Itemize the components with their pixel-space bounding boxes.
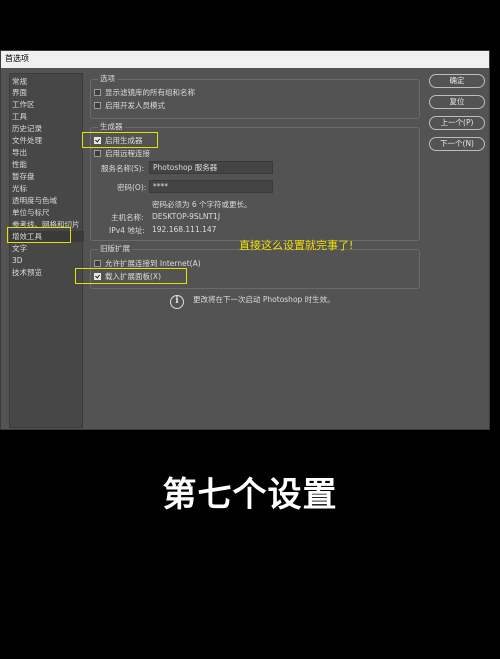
legacy-extensions-legend: 旧版扩展 xyxy=(98,243,132,254)
password-hint: 密码必须为 6 个字符或更长。 xyxy=(152,200,252,209)
prev-button[interactable]: 上一个(P) xyxy=(429,116,485,130)
ipv4-value: 192.168.111.147 xyxy=(152,225,217,234)
enable-remote-checkbox[interactable] xyxy=(94,150,101,157)
highlight-load-extension-panels xyxy=(75,268,187,284)
show-filter-gallery-checkbox[interactable] xyxy=(94,89,101,96)
service-name-label: 服务名称(S): xyxy=(101,164,145,173)
enable-remote-label: 启用远程连接 xyxy=(105,149,150,158)
sidebar-item-file-handling[interactable]: 文件处理 xyxy=(12,135,42,146)
generator-legend: 生成器 xyxy=(98,121,125,132)
ok-button[interactable]: 确定 xyxy=(429,74,485,88)
show-filter-gallery-label: 显示滤镜库的所有组和名称 xyxy=(105,88,195,97)
service-name-field[interactable]: Photoshop 服务器 xyxy=(149,161,273,174)
sidebar-item-3d[interactable]: 3D xyxy=(12,255,23,266)
developer-mode-label: 启用开发人员模式 xyxy=(105,101,165,110)
sidebar-item-scratch-disks[interactable]: 暂存盘 xyxy=(12,171,35,182)
sidebar-item-export[interactable]: 导出 xyxy=(12,147,27,158)
caption-text: 第七个设置 xyxy=(162,475,338,515)
sidebar-item-units-rulers[interactable]: 单位与标尺 xyxy=(12,207,50,218)
sidebar-item-performance[interactable]: 性能 xyxy=(12,159,27,170)
preferences-dialog: 首选项 常规 界面 工作区 工具 历史记录 文件处理 导出 性能 暂存盘 光标 … xyxy=(0,50,490,430)
dialog-title: 首选项 xyxy=(5,54,29,63)
restart-info-message: 更改将在下一次启动 Photoshop 时生效。 xyxy=(193,295,335,304)
sidebar-item-tech-previews[interactable]: 技术预览 xyxy=(12,267,42,278)
reset-button[interactable]: 复位 xyxy=(429,95,485,109)
options-group xyxy=(90,79,420,119)
sidebar-item-history[interactable]: 历史记录 xyxy=(12,123,42,134)
annotation-text: 直接这么设置就完事了! xyxy=(239,239,354,252)
options-legend: 选项 xyxy=(98,73,117,84)
highlight-plugins-sidebar xyxy=(7,227,71,243)
password-label: 密码(O): xyxy=(117,183,147,192)
password-field[interactable]: **** xyxy=(149,180,273,193)
allow-internet-checkbox[interactable] xyxy=(94,260,101,267)
next-button[interactable]: 下一个(N) xyxy=(429,137,485,151)
highlight-enable-generator xyxy=(82,132,158,148)
sidebar-item-cursors[interactable]: 光标 xyxy=(12,183,27,194)
ipv4-label: IPv4 地址: xyxy=(109,226,145,235)
sidebar-item-general[interactable]: 常规 xyxy=(12,76,27,87)
preferences-sidebar: 常规 界面 工作区 工具 历史记录 文件处理 导出 性能 暂存盘 光标 透明度与… xyxy=(9,73,84,428)
sidebar-item-workspace[interactable]: 工作区 xyxy=(12,99,35,110)
hostname-value: DESKTOP-9SLNT1J xyxy=(152,212,221,221)
sidebar-item-transparency[interactable]: 透明度与色域 xyxy=(12,195,57,206)
sidebar-item-tools[interactable]: 工具 xyxy=(12,111,27,122)
dialog-titlebar: 首选项 xyxy=(1,51,489,68)
sidebar-item-interface[interactable]: 界面 xyxy=(12,87,27,98)
developer-mode-checkbox[interactable] xyxy=(94,102,101,109)
info-icon: i xyxy=(170,295,184,309)
sidebar-item-type[interactable]: 文字 xyxy=(12,243,27,254)
hostname-label: 主机名称: xyxy=(111,213,144,222)
